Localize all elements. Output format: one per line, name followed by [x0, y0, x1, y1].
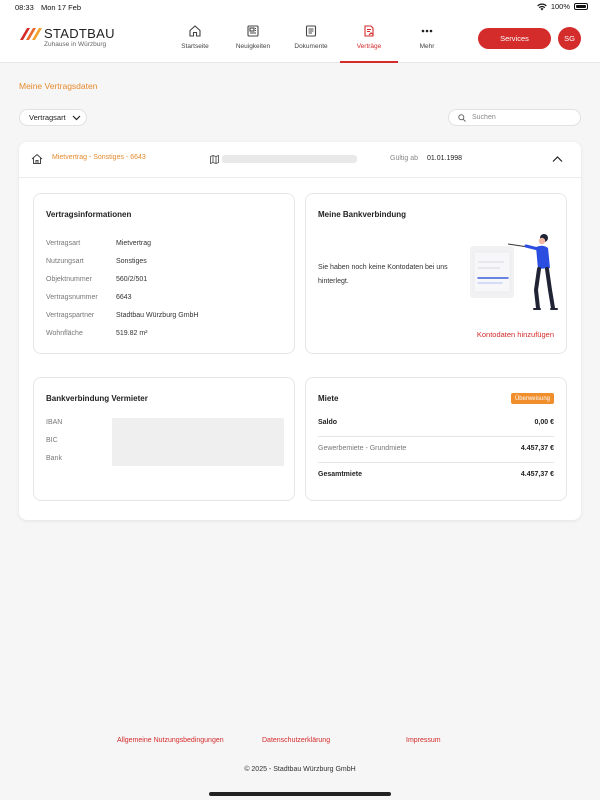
contract-card: Mietvertrag - Sonstiges - 6643 Gültig ab… [19, 142, 581, 520]
info-label: Wohnfläche [46, 330, 83, 337]
logo-stripes-icon [20, 28, 42, 40]
valid-from-label: Gültig ab [390, 155, 419, 162]
home-indicator[interactable] [209, 792, 391, 796]
page-title: Meine Vertragsdaten [19, 81, 98, 91]
info-row: Objektnummer 560/2/501 [46, 276, 147, 283]
rent-item-label: Gewerbemiete - Grundmiete [318, 445, 407, 452]
info-label: Objektnummer [46, 276, 92, 283]
more-icon [421, 29, 433, 33]
info-row: Vertragsnummer 6643 [46, 294, 132, 301]
main-nav: Startseite Neuigkeiten Dokumente Verträg… [166, 14, 456, 63]
info-value: 6643 [116, 294, 132, 301]
nav-item-neuigkeiten[interactable]: Neuigkeiten [224, 14, 282, 63]
saldo-label: Saldo [318, 419, 338, 426]
landlord-bank-box: Bankverbindung Vermieter IBAN BIC Bank [33, 377, 295, 501]
nav-label: Startseite [181, 43, 209, 50]
contract-header[interactable]: Mietvertrag - Sonstiges - 6643 Gültig ab… [19, 142, 581, 178]
info-row: Nutzungsart Sonstiges [46, 258, 147, 265]
info-value: Mietvertrag [116, 240, 152, 247]
contract-info-title: Vertragsinformationen [46, 210, 132, 219]
landlord-bank-redacted [112, 418, 284, 466]
my-bank-box: Meine Bankverbindung Sie haben noch kein… [305, 193, 567, 354]
total-rent-value: 4.457,37 € [520, 471, 554, 478]
wifi-icon [537, 3, 547, 10]
search-icon [458, 113, 466, 122]
logo-tagline: Zuhause in Würzburg [44, 41, 107, 48]
map-icon [210, 155, 219, 164]
terms-link[interactable]: Allgemeine Nutzungsbedingungen [117, 737, 224, 744]
my-bank-title: Meine Bankverbindung [318, 210, 407, 219]
copyright: © 2025 - Stadtbau Würzburg GmbH [244, 766, 356, 773]
bic-label: BIC [46, 437, 58, 444]
info-value: 560/2/501 [116, 276, 148, 283]
info-row: Vertragspartner Stadtbau Würzburg GmbH [46, 312, 198, 319]
info-value: Sonstiges [116, 258, 147, 265]
nav-item-startseite[interactable]: Startseite [166, 14, 224, 63]
battery-percent: 100% [550, 2, 570, 11]
address-redacted [222, 155, 357, 163]
nav-label: Mehr [419, 43, 435, 50]
add-bank-details-link[interactable]: Kontodaten hinzufügen [477, 330, 554, 339]
nav-label: Dokumente [294, 43, 328, 50]
privacy-link[interactable]: Datenschutzerklärung [262, 737, 330, 744]
info-row: Vertragsart Mietvertrag [46, 240, 151, 247]
divider [318, 436, 554, 437]
saldo-row: Saldo 0,00 € [318, 419, 554, 426]
chevron-down-icon [72, 115, 81, 120]
app-header: STADTBAU Zuhause in Würzburg Startseite … [0, 14, 600, 63]
presentation-illustration [470, 234, 558, 310]
nav-label: Verträge [356, 43, 382, 50]
info-label: Vertragspartner [46, 312, 95, 319]
payment-method-badge: Überweisung [510, 393, 554, 404]
info-label: Nutzungsart [46, 258, 84, 265]
info-value: 519.82 m² [116, 330, 148, 337]
search-box[interactable] [448, 109, 581, 126]
valid-from-date: 01.01.1998 [427, 155, 463, 162]
imprint-link[interactable]: Impressum [406, 737, 441, 744]
divider [318, 462, 554, 463]
search-input[interactable] [472, 114, 572, 121]
status-indicators: 100% [537, 2, 588, 11]
news-icon [247, 25, 259, 37]
rent-item-value: 4.457,37 € [520, 445, 554, 452]
nav-label: Neuigkeiten [235, 43, 271, 50]
total-rent-row: Gesamtmiete 4.457,37 € [318, 471, 554, 478]
filter-label: Vertragsart [29, 113, 66, 122]
saldo-value: 0,00 € [534, 419, 554, 426]
landlord-bank-title: Bankverbindung Vermieter [46, 394, 148, 403]
document-icon [305, 25, 317, 37]
home-icon [189, 25, 201, 37]
contract-icon [364, 25, 374, 37]
nav-item-mehr[interactable]: Mehr [398, 14, 456, 63]
nav-item-vertraege[interactable]: Verträge [340, 14, 398, 63]
iban-label: IBAN [46, 419, 63, 426]
house-icon [31, 153, 43, 164]
bank-label: Bank [46, 455, 62, 462]
avatar[interactable]: SG [558, 27, 581, 50]
services-button[interactable]: Services [478, 28, 551, 49]
rent-title: Miete [318, 394, 339, 403]
battery-icon [574, 3, 588, 10]
info-row: Wohnfläche 519.82 m² [46, 330, 148, 337]
contract-type-filter[interactable]: Vertragsart [19, 109, 87, 126]
status-bar: 08:33 Mon 17 Feb 100% [0, 0, 600, 14]
rent-item-row: Gewerbemiete - Grundmiete 4.457,37 € [318, 445, 554, 452]
info-value: Stadtbau Würzburg GmbH [116, 312, 199, 319]
rent-box: Miete Überweisung Saldo 0,00 € Gewerbemi… [305, 377, 567, 501]
logo-name: STADTBAU [44, 26, 115, 41]
status-time: 08:33 [15, 3, 34, 12]
info-label: Vertragsart [46, 240, 81, 247]
chevron-up-icon[interactable] [552, 155, 563, 163]
no-bank-message: Sie haben noch keine Kontodaten bei uns … [318, 264, 448, 285]
total-rent-label: Gesamtmiete [318, 471, 362, 478]
status-date: Mon 17 Feb [41, 3, 82, 12]
contract-title: Mietvertrag - Sonstiges - 6643 [52, 154, 146, 161]
info-label: Vertragsnummer [46, 294, 98, 301]
contract-info-box: Vertragsinformationen Vertragsart Mietver… [33, 193, 295, 354]
nav-item-dokumente[interactable]: Dokumente [282, 14, 340, 63]
